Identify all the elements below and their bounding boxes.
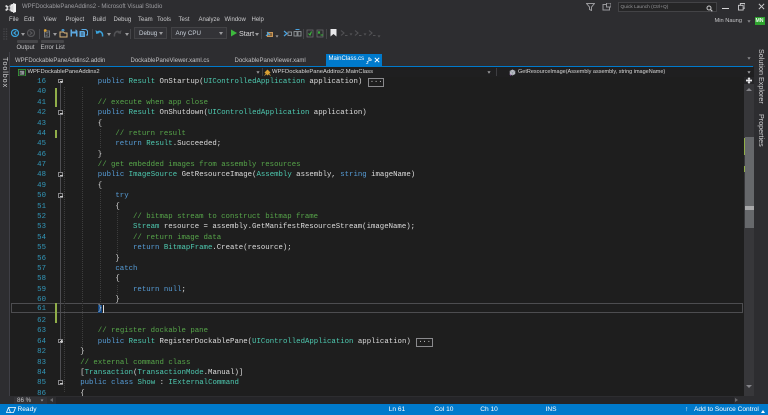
svg-text:c: c [20,71,22,75]
